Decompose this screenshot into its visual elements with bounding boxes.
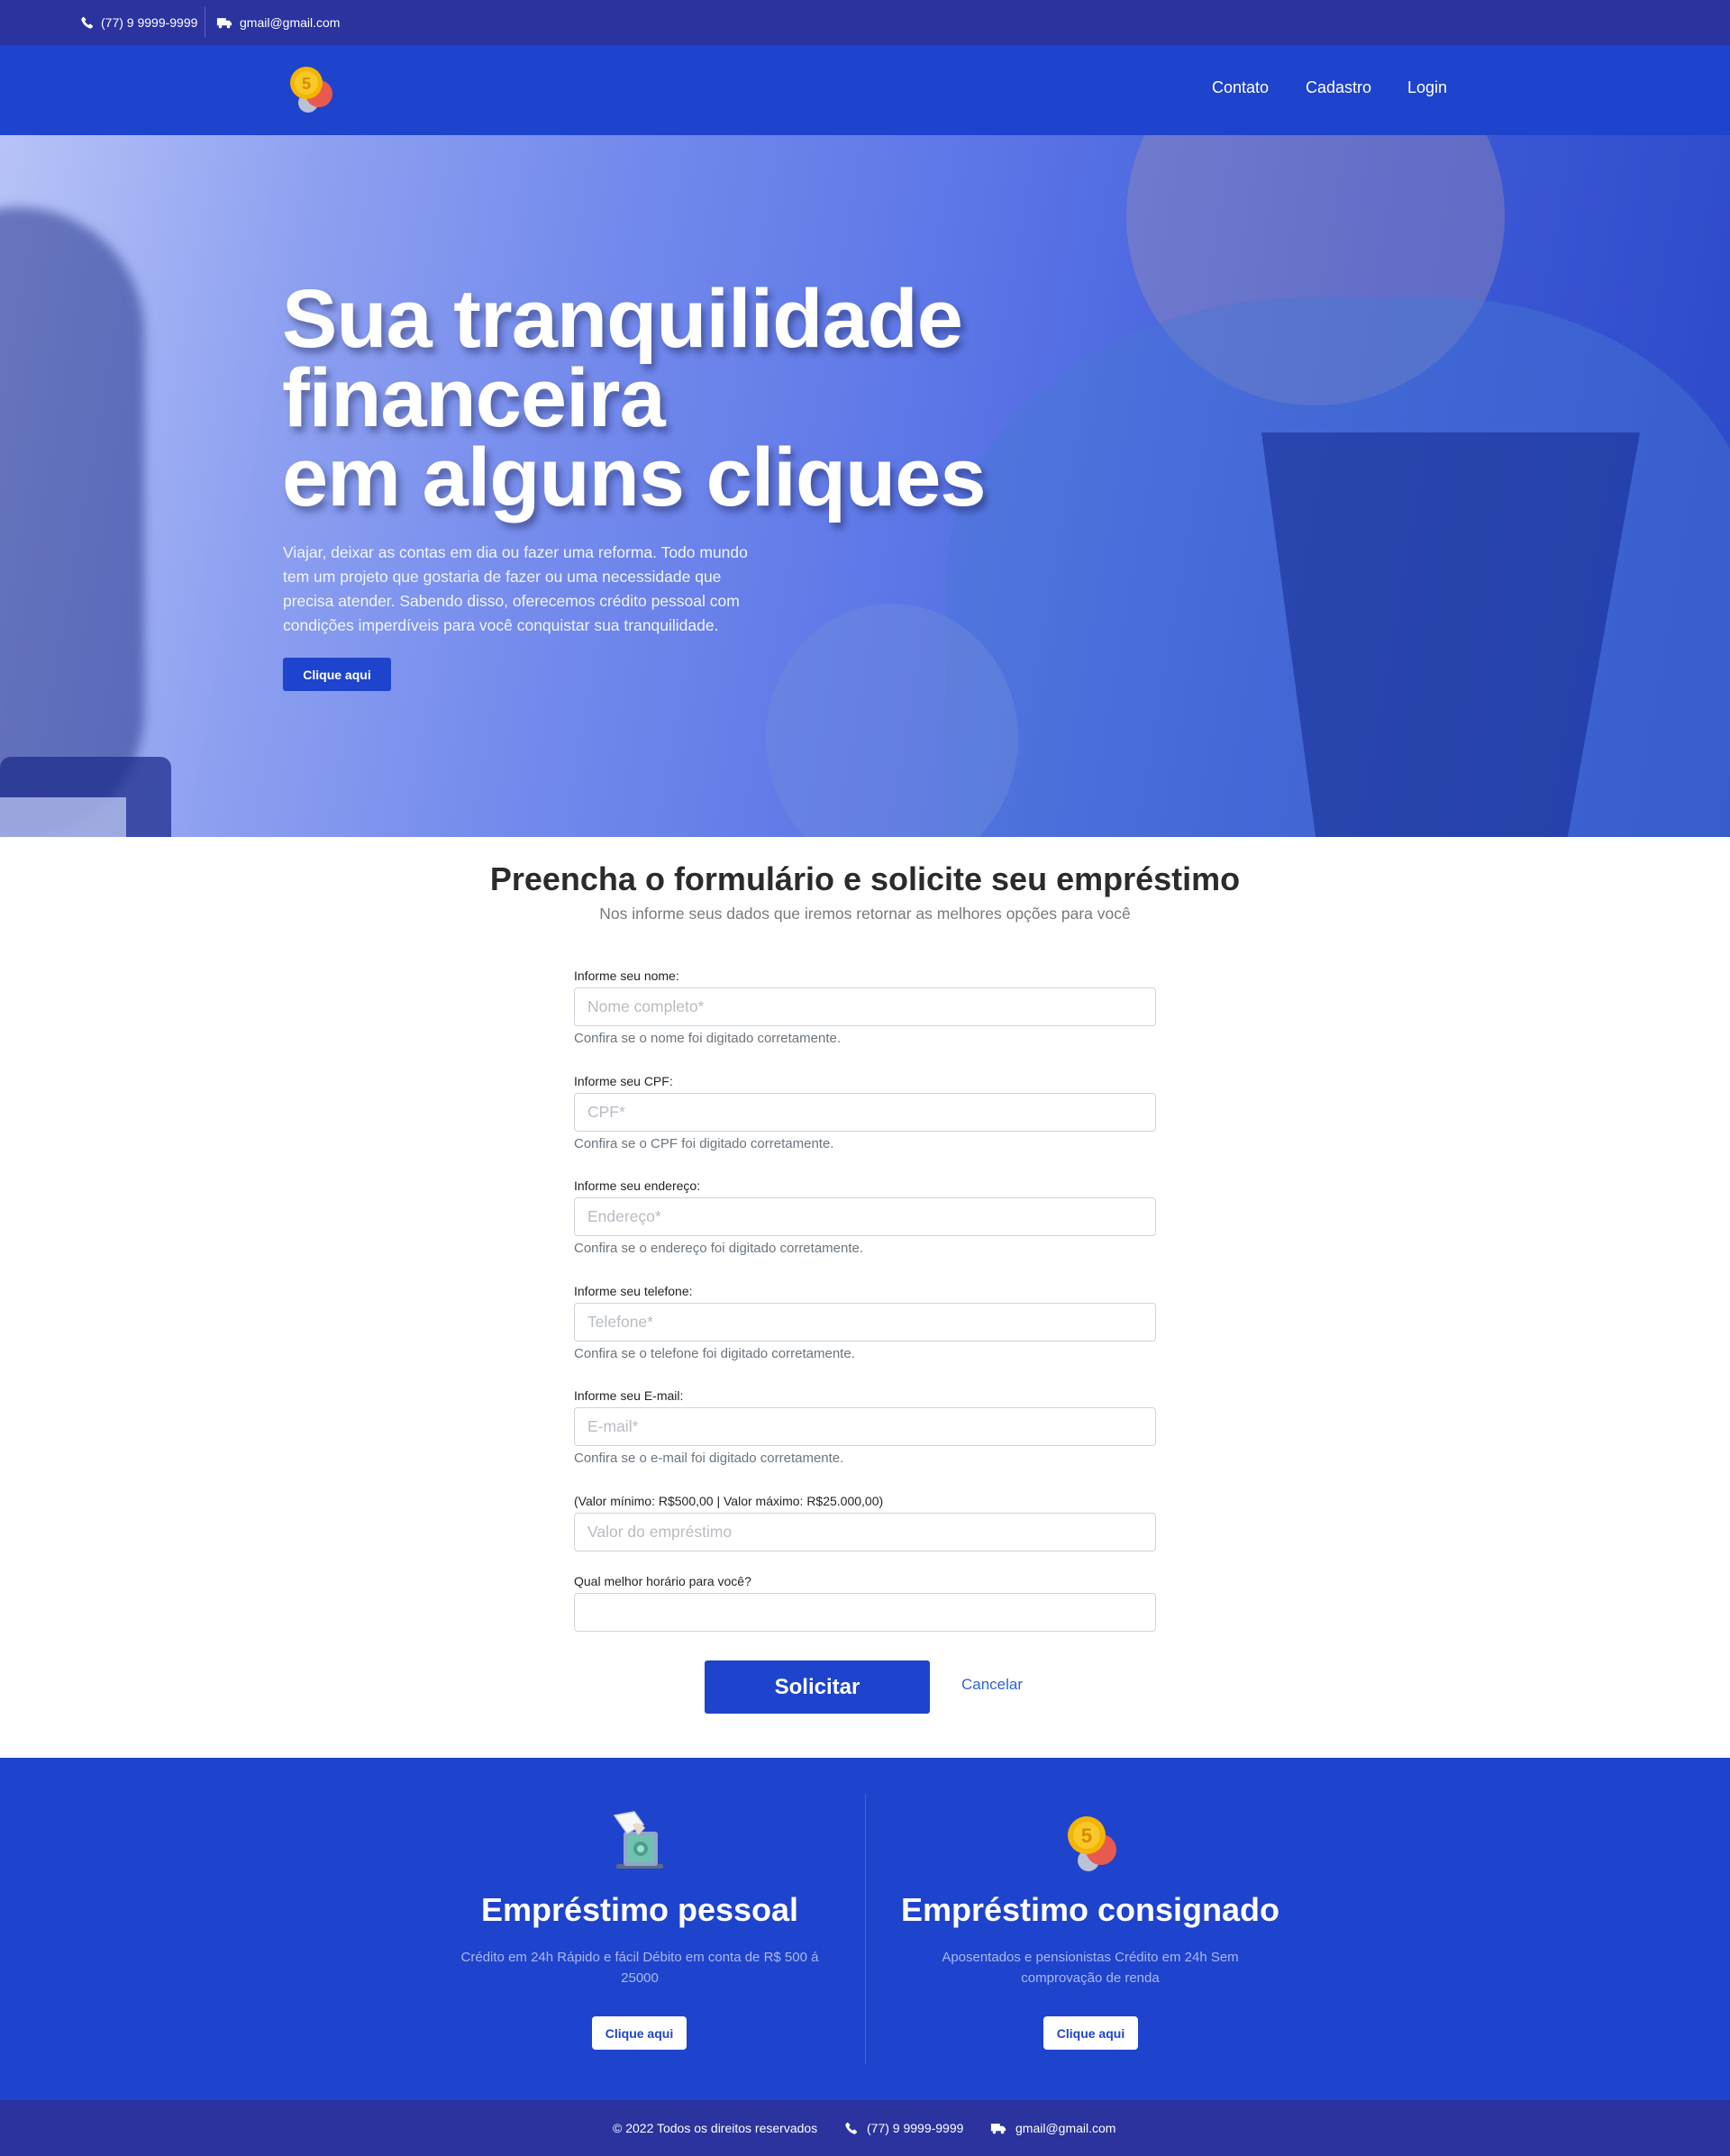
footer-copyright: © 2022 Todos os direitos reservados	[613, 2121, 818, 2135]
best-time-label: Qual melhor horário para você?	[574, 1574, 751, 1588]
topbar-phone[interactable]: (77) 9 9999-9999	[81, 0, 197, 45]
logo-coins-icon[interactable]: 5	[285, 61, 335, 114]
footer-phone-text: (77) 9 9999-9999	[867, 2121, 964, 2135]
phone-icon	[81, 16, 94, 29]
topbar-phone-text: (77) 9 9999-9999	[101, 15, 198, 30]
submit-button[interactable]: Solicitar	[705, 1660, 930, 1714]
hero-photo-shape	[0, 207, 144, 837]
truck-icon	[216, 17, 232, 28]
nav-cadastro[interactable]: Cadastro	[1306, 77, 1371, 98]
form-subtitle: Nos informe seus dados que iremos retorn…	[599, 905, 1131, 923]
navbar: 5 Contato Cadastro Login	[0, 45, 1730, 135]
svg-text:5: 5	[1081, 1824, 1092, 1847]
email-label: Informe seu E-mail:	[574, 1388, 684, 1403]
cpf-label: Informe seu CPF:	[574, 1074, 673, 1088]
product-title: Empréstimo pessoal	[480, 1891, 799, 1928]
hero-banner: Sua tranquilidade financeira em alguns c…	[0, 135, 1730, 837]
loan-document-icon	[613, 1811, 663, 1869]
coins-icon: 5	[1068, 1816, 1116, 1871]
footer-email[interactable]: gmail@gmail.com	[990, 2100, 1115, 2156]
hero-title-line: em alguns cliques	[282, 432, 987, 523]
cancel-link[interactable]: Cancelar	[961, 1676, 1023, 1694]
nav-login[interactable]: Login	[1407, 77, 1447, 98]
products-section: Empréstimo pessoal Crédito em 24h Rápido…	[0, 1758, 1730, 2100]
phone-label: Informe seu telefone:	[574, 1284, 693, 1298]
loan-amount-label: (Valor mínimo: R$500,00 | Valor máximo: …	[574, 1494, 884, 1508]
name-help: Confira se o nome foi digitado corretame…	[574, 1031, 841, 1046]
hero-title-line: Sua tranquilidade	[282, 273, 963, 365]
product-pessoal-button[interactable]: Clique aqui	[592, 2016, 687, 2050]
email-input[interactable]	[574, 1407, 1156, 1446]
email-help: Confira se o e-mail foi digitado correta…	[574, 1451, 844, 1466]
address-label: Informe seu endereço:	[574, 1178, 701, 1193]
hero-cta-button[interactable]: Clique aqui	[283, 658, 391, 691]
footer-email-text: gmail@gmail.com	[1015, 2121, 1116, 2135]
product-title: Empréstimo consignado	[900, 1891, 1280, 1928]
product-description: Crédito em 24h Rápido e fácil Débito em …	[460, 1950, 819, 1986]
svg-text:5: 5	[302, 75, 311, 93]
footer-phone[interactable]: (77) 9 9999-9999	[845, 2100, 963, 2156]
cpf-input[interactable]	[574, 1093, 1156, 1132]
nav-contato[interactable]: Contato	[1212, 77, 1269, 98]
product-consignado-button[interactable]: Clique aqui	[1043, 2016, 1138, 2050]
form-title: Preencha o formulário e solicite seu emp…	[489, 860, 1241, 897]
phone-icon	[845, 2122, 858, 2134]
phone-help: Confira se o telefone foi digitado corre…	[574, 1346, 855, 1361]
address-input[interactable]	[574, 1197, 1156, 1236]
top-bar: (77) 9 9999-9999 gmail@gmail.com	[0, 0, 1730, 45]
name-label: Informe seu nome:	[574, 969, 679, 983]
footer: © 2022 Todos os direitos reservados (77)…	[0, 2100, 1730, 2156]
name-input[interactable]	[574, 987, 1156, 1026]
topbar-email-text: gmail@gmail.com	[240, 15, 341, 30]
address-help: Confira se o endereço foi digitado corre…	[574, 1241, 864, 1256]
hero-description: Viajar, deixar as contas em dia ou fazer…	[283, 543, 748, 634]
topbar-email[interactable]: gmail@gmail.com	[216, 0, 340, 45]
product-description: Aposentados e pensionistas Crédito em 24…	[942, 1950, 1239, 1986]
loan-amount-input[interactable]	[574, 1513, 1156, 1551]
hero-title: Sua tranquilidade financeira em alguns c…	[282, 273, 1183, 523]
truck-icon	[990, 2123, 1006, 2133]
phone-input[interactable]	[574, 1303, 1156, 1342]
hero-photo-shape	[0, 797, 126, 837]
hero-title-line: financeira	[282, 352, 666, 444]
cpf-help: Confira se o CPF foi digitado corretamen…	[574, 1136, 834, 1151]
products-divider	[865, 1794, 866, 2064]
best-time-input[interactable]	[574, 1593, 1156, 1632]
